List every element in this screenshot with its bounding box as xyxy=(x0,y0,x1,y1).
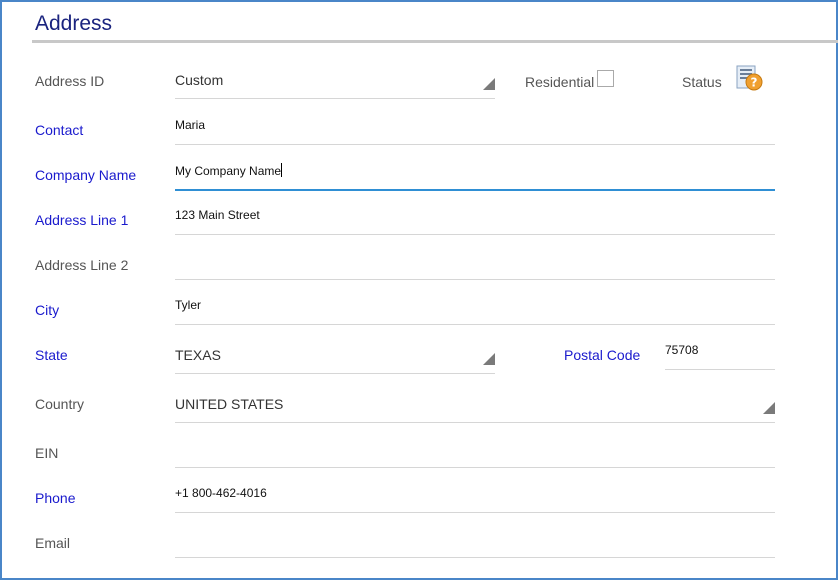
email-input[interactable] xyxy=(175,531,775,558)
company-name-value: My Company Name xyxy=(175,164,282,178)
postal-code-value: 75708 xyxy=(665,343,699,357)
country-label: Country xyxy=(35,396,85,412)
title-divider xyxy=(32,40,838,43)
ein-input[interactable] xyxy=(175,441,775,468)
residential-checkbox[interactable] xyxy=(597,70,614,87)
phone-label: Phone xyxy=(35,490,76,506)
address-id-label: Address ID xyxy=(35,73,105,89)
status-label: Status xyxy=(682,74,722,90)
city-label: City xyxy=(35,302,60,318)
city-value: Tyler xyxy=(175,298,202,312)
address-line-1-input[interactable]: 123 Main Street xyxy=(175,208,775,235)
state-select[interactable]: TEXAS xyxy=(175,347,495,374)
postal-code-label: Postal Code xyxy=(564,347,641,363)
residential-label: Residential xyxy=(525,74,595,90)
dropdown-arrow-icon xyxy=(483,353,495,365)
country-select[interactable]: UNITED STATES xyxy=(175,396,775,423)
address-line-1-label: Address Line 1 xyxy=(35,212,129,228)
phone-value: +1 800-462-4016 xyxy=(175,486,267,500)
address-id-select[interactable]: Custom xyxy=(175,72,495,99)
contact-value: Maria xyxy=(175,118,206,132)
postal-code-input[interactable]: 75708 xyxy=(665,343,775,370)
company-name-label: Company Name xyxy=(35,167,137,183)
page-title: Address xyxy=(35,12,113,35)
state-value: TEXAS xyxy=(175,347,221,363)
ein-label: EIN xyxy=(35,445,59,461)
contact-label: Contact xyxy=(35,122,84,138)
address-panel: Address Address ID Custom Residential St… xyxy=(0,0,838,580)
dropdown-arrow-icon xyxy=(483,78,495,90)
address-line-1-value: 123 Main Street xyxy=(175,208,260,222)
city-input[interactable]: Tyler xyxy=(175,298,775,325)
text-cursor xyxy=(281,163,283,177)
dropdown-arrow-icon xyxy=(763,402,775,414)
status-help-icon[interactable]: ? xyxy=(736,65,764,93)
contact-input[interactable]: Maria xyxy=(175,118,775,145)
state-label: State xyxy=(35,347,68,363)
address-line-2-label: Address Line 2 xyxy=(35,257,129,273)
phone-input[interactable]: +1 800-462-4016 xyxy=(175,486,775,513)
country-value: UNITED STATES xyxy=(175,396,284,412)
address-id-value: Custom xyxy=(175,72,224,88)
address-line-2-input[interactable] xyxy=(175,253,775,280)
email-label: Email xyxy=(35,535,71,551)
svg-text:?: ? xyxy=(751,76,758,90)
company-name-input[interactable]: My Company Name xyxy=(175,163,775,191)
